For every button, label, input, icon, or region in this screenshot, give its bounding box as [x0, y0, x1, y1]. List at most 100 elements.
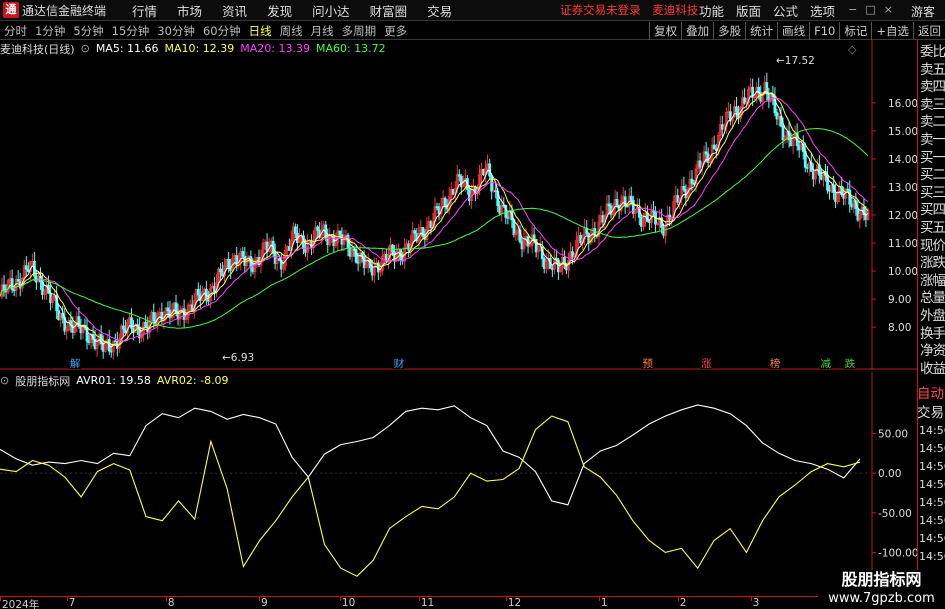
side-mode: 自动 交易 — [917, 385, 945, 423]
site-watermark: 股朋指标网 www.7gpzb.com — [818, 570, 945, 609]
tab-60min[interactable]: 60分钟 — [199, 23, 245, 39]
tab-30min[interactable]: 30分钟 — [153, 23, 199, 39]
sub-axis-label: -100.00 — [878, 547, 917, 559]
candle-body — [490, 175, 494, 192]
overlay-button[interactable]: 叠加 — [681, 22, 713, 40]
tab-15min[interactable]: 15分钟 — [108, 23, 154, 39]
candle-body — [443, 197, 447, 206]
add-watchlist-button[interactable]: +自选 — [871, 22, 913, 40]
close-icon[interactable]: × — [884, 3, 893, 16]
candle-body — [712, 144, 716, 150]
candle-body — [122, 325, 125, 330]
tab-daily[interactable]: 日线 — [245, 23, 276, 39]
auto-tab[interactable]: 自动 — [917, 385, 945, 404]
chart-tools: 复权 叠加 多股 统计 画线 F10 标记 +自选 返回 — [649, 22, 945, 40]
candle-body — [24, 265, 28, 270]
price-label: 10.00 — [888, 266, 917, 278]
candle-body — [735, 106, 738, 113]
date-tick: 2024年 — [2, 599, 40, 609]
mark-button[interactable]: 标记 — [839, 22, 871, 40]
terminal-window: 通 通达信金融终端 行情 市场 资讯 发现 问小达 财富圈 交易 证券交易未登录… — [0, 0, 945, 609]
tab-more[interactable]: 更多 — [380, 23, 411, 39]
candle-body — [848, 189, 852, 205]
avr02-line — [0, 415, 861, 577]
tab-5min[interactable]: 5分钟 — [69, 23, 107, 39]
event-marker: 减 — [820, 358, 831, 370]
date-tick: 8 — [167, 597, 175, 609]
price-label: 8.00 — [888, 322, 911, 334]
back-button[interactable]: 返回 — [913, 22, 945, 40]
candle-body — [682, 186, 686, 191]
right-menu: 功能 版面 公式 选项 — [693, 0, 841, 21]
f10-button[interactable]: F10 — [809, 22, 839, 40]
tab-monthly[interactable]: 月线 — [307, 23, 338, 39]
menu-item-wealth-circle[interactable]: 财富圈 — [360, 1, 418, 20]
candle-body — [293, 226, 297, 234]
adjust-button[interactable]: 复权 — [649, 22, 681, 40]
candle-body — [391, 244, 394, 253]
candle-body — [413, 230, 417, 234]
tab-1min[interactable]: 1分钟 — [31, 23, 69, 39]
app-title: 通达信金融终端 — [22, 3, 107, 18]
price-label: 15.00 — [888, 126, 917, 138]
date-tick: 1 — [600, 597, 608, 609]
candle-body — [2, 284, 6, 291]
candle-body — [615, 199, 619, 206]
date-tick: 12 — [507, 597, 522, 609]
menu-item-options[interactable]: 选项 — [804, 1, 841, 20]
multi-stock-button[interactable]: 多股 — [713, 22, 745, 40]
current-stock-name: 麦迪科技 — [652, 3, 699, 17]
candle-body — [338, 230, 342, 236]
menu-item-formula[interactable]: 公式 — [767, 1, 804, 20]
watermark-title: 股朋指标网 — [841, 570, 922, 589]
menu-item-trade[interactable]: 交易 — [417, 1, 462, 20]
minimize-icon[interactable]: − — [848, 3, 857, 16]
tab-multi-period[interactable]: 多周期 — [338, 23, 381, 39]
event-marker: 财 — [394, 357, 405, 370]
trade-tab[interactable]: 交易 — [917, 404, 945, 423]
avr01-line — [0, 404, 861, 506]
sub-axis-label: -50.00 — [878, 508, 912, 520]
menu-item-quotes[interactable]: 行情 — [122, 1, 167, 20]
event-marker: 预 — [642, 358, 653, 370]
menu-item-assistant[interactable]: 问小达 — [302, 1, 360, 20]
statistics-button[interactable]: 统计 — [745, 22, 777, 40]
window-controls: − □ × — [848, 3, 893, 16]
event-marker: 跌 — [845, 357, 856, 370]
avr-indicator-chart[interactable]: 50.00 0.00 -50.00 -100.00 — [0, 372, 917, 596]
tab-intraday[interactable]: 分时 — [0, 23, 31, 39]
menu-item-function[interactable]: 功能 — [693, 1, 730, 20]
chart-settings-icon: ◇ — [848, 43, 857, 56]
candle-body — [152, 312, 156, 322]
low-price-label: ←6.93 — [222, 352, 254, 364]
sub-axis-label: 0.00 — [878, 468, 901, 480]
tab-weekly[interactable]: 周线 — [276, 23, 307, 39]
price-label: 14.00 — [888, 154, 917, 166]
login-notice[interactable]: 证券交易未登录 麦迪科技 — [560, 2, 706, 18]
candlestick-chart[interactable]: 16.00 15.00 14.00 13.00 12.00 11.00 10.00 9.00 8… — [0, 40, 917, 370]
price-label: 12.00 — [888, 210, 917, 222]
trade-time: 14:56 — [919, 514, 945, 527]
maximize-icon[interactable]: □ — [865, 3, 875, 16]
trade-time: 14:56 — [919, 442, 945, 455]
candle-body — [563, 257, 566, 264]
menu-item-market[interactable]: 市场 — [167, 1, 212, 20]
date-tick: 3 — [752, 597, 760, 609]
candle-body — [196, 288, 200, 296]
candle-body — [690, 178, 694, 184]
menu-item-layout[interactable]: 版面 — [730, 1, 767, 20]
date-tick: 10 — [341, 597, 356, 609]
event-marker: 榜 — [770, 357, 781, 370]
candle-body — [219, 268, 222, 273]
draw-line-button[interactable]: 画线 — [777, 22, 809, 40]
guest-user[interactable]: 游客 — [911, 3, 935, 20]
trade-time: 14:56 — [919, 424, 945, 437]
menu-item-news[interactable]: 资讯 — [212, 1, 257, 20]
date-tick: 11 — [420, 597, 435, 609]
date-tick: 9 — [260, 597, 268, 609]
sub-axis-label: 50.00 — [878, 429, 908, 441]
trade-time: 14:56 — [919, 460, 945, 473]
menu-item-discover[interactable]: 发现 — [257, 1, 302, 20]
side-field-label: 收益 — [920, 360, 945, 377]
price-label: 11.00 — [888, 238, 917, 250]
